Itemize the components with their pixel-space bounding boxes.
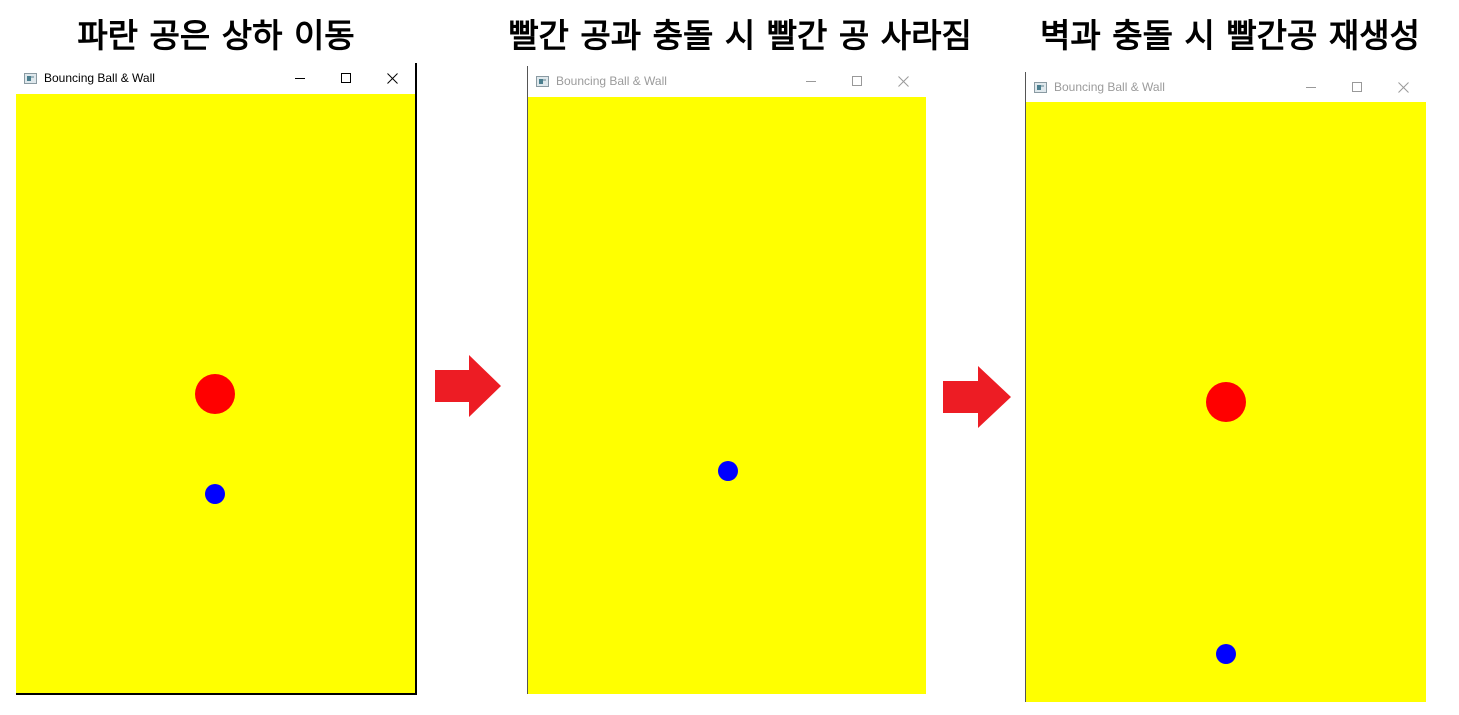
arrow-right-icon [435,355,501,417]
panel-2-window: Bouncing Ball & Wall [527,66,926,694]
maximize-icon [1352,82,1362,92]
panel-3-window: Bouncing Ball & Wall [1025,72,1426,702]
blue-ball [205,484,225,504]
minimize-icon [295,78,305,79]
window-title: Bouncing Ball & Wall [556,74,667,88]
panel-3-heading: 벽과 충돌 시 빨간공 재생성 [1040,16,1420,55]
close-button[interactable] [1380,72,1426,102]
game-canvas[interactable] [16,94,415,693]
close-icon [1397,81,1409,93]
app-icon [1034,81,1047,93]
close-button[interactable] [369,63,415,93]
minimize-button[interactable] [277,63,323,93]
app-icon [536,75,549,87]
blue-ball [718,461,738,481]
title-bar[interactable]: Bouncing Ball & Wall [528,66,926,96]
blue-ball [1216,644,1236,664]
title-bar[interactable]: Bouncing Ball & Wall [16,63,415,93]
close-icon [897,75,909,87]
panel-1-heading: 파란 공은 상하 이동 [77,16,355,55]
title-bar[interactable]: Bouncing Ball & Wall [1026,72,1426,102]
maximize-button[interactable] [834,66,880,96]
app-icon [24,72,37,84]
maximize-button[interactable] [323,63,369,93]
maximize-button[interactable] [1334,72,1380,102]
minimize-button[interactable] [788,66,834,96]
window-title: Bouncing Ball & Wall [1054,80,1165,94]
game-canvas[interactable] [1026,102,1426,702]
panel-1-window: Bouncing Ball & Wall [16,63,417,695]
panel-2-heading: 빨간 공과 충돌 시 빨간 공 사라짐 [508,16,972,55]
minimize-icon [1306,87,1316,88]
game-canvas[interactable] [528,97,926,694]
minimize-button[interactable] [1288,72,1334,102]
arrow-right-icon [943,366,1011,428]
red-ball [1206,382,1246,422]
close-icon [386,72,398,84]
red-ball [195,374,235,414]
close-button[interactable] [880,66,926,96]
minimize-icon [806,81,816,82]
maximize-icon [341,73,351,83]
maximize-icon [852,76,862,86]
window-title: Bouncing Ball & Wall [44,71,155,85]
